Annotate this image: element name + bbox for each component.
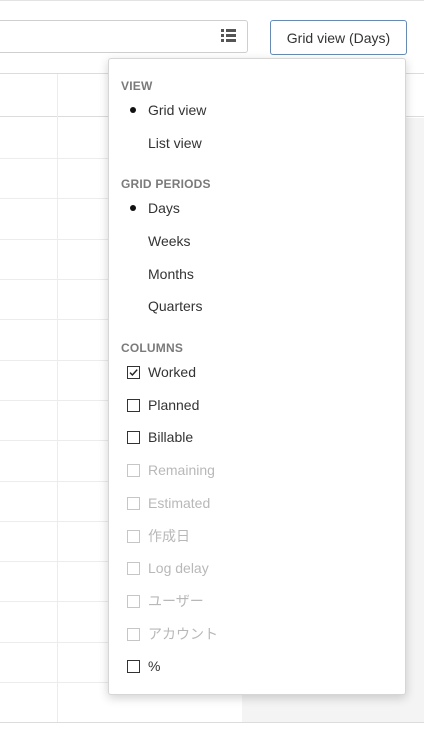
checkbox-icon — [127, 530, 140, 543]
option-label: 作成日 — [148, 528, 190, 544]
option-label: Planned — [148, 397, 200, 413]
checkbox-icon — [127, 464, 140, 477]
option-label: アカウント — [148, 626, 218, 642]
option-months[interactable]: Months — [109, 259, 405, 289]
column-toggle-planned[interactable]: Planned — [109, 390, 405, 420]
checkbox-icon — [127, 562, 140, 575]
option-label: Worked — [148, 364, 196, 380]
option-label: % — [148, 658, 161, 674]
option-days[interactable]: Days — [109, 193, 405, 223]
column-toggle-percent[interactable]: % — [109, 651, 405, 681]
checkbox-icon — [127, 628, 140, 641]
column-toggle-created-date: 作成日 — [109, 521, 405, 551]
option-label: Quarters — [148, 298, 203, 314]
column-toggle-account: アカウント — [109, 619, 405, 649]
section-title-grid-periods: GRID PERIODS — [121, 177, 211, 191]
top-border — [0, 0, 424, 1]
checkbox-checked-icon[interactable] — [127, 366, 140, 379]
option-label: List view — [148, 135, 202, 151]
option-label: ユーザー — [148, 593, 204, 609]
checkbox-icon[interactable] — [127, 660, 140, 673]
radio-bullet-icon — [130, 205, 136, 211]
checkbox-icon — [127, 595, 140, 608]
checkbox-icon[interactable] — [127, 399, 140, 412]
search-input[interactable] — [0, 20, 248, 53]
option-quarters[interactable]: Quarters — [109, 291, 405, 321]
option-label: Log delay — [148, 560, 209, 576]
option-label: Billable — [148, 429, 194, 445]
radio-bullet-icon — [130, 107, 136, 113]
option-label: Remaining — [148, 462, 215, 478]
view-options-dropdown: VIEW Grid view List view GRID PERIODS Da… — [108, 58, 406, 695]
option-grid-view[interactable]: Grid view — [109, 95, 405, 125]
option-label: Weeks — [148, 233, 191, 249]
column-toggle-user: ユーザー — [109, 586, 405, 616]
column-toggle-remaining: Remaining — [109, 455, 405, 485]
option-list-view[interactable]: List view — [109, 128, 405, 158]
view-mode-button[interactable]: Grid view (Days) — [270, 20, 407, 55]
column-toggle-log-delay: Log delay — [109, 553, 405, 583]
section-title-columns: COLUMNS — [121, 341, 184, 355]
option-label: Estimated — [148, 495, 211, 511]
option-label: Grid view — [148, 102, 207, 118]
list-view-icon[interactable] — [221, 29, 236, 43]
checkbox-icon — [127, 497, 140, 510]
option-weeks[interactable]: Weeks — [109, 226, 405, 256]
grid-column-divider — [57, 74, 58, 722]
option-label: Months — [148, 266, 194, 282]
section-title-view: VIEW — [121, 79, 153, 93]
column-toggle-estimated: Estimated — [109, 488, 405, 518]
column-toggle-worked[interactable]: Worked — [109, 357, 405, 387]
grid-bottom-border — [0, 722, 424, 723]
column-toggle-billable[interactable]: Billable — [109, 422, 405, 452]
checkbox-icon[interactable] — [127, 431, 140, 444]
option-label: Days — [148, 200, 180, 216]
